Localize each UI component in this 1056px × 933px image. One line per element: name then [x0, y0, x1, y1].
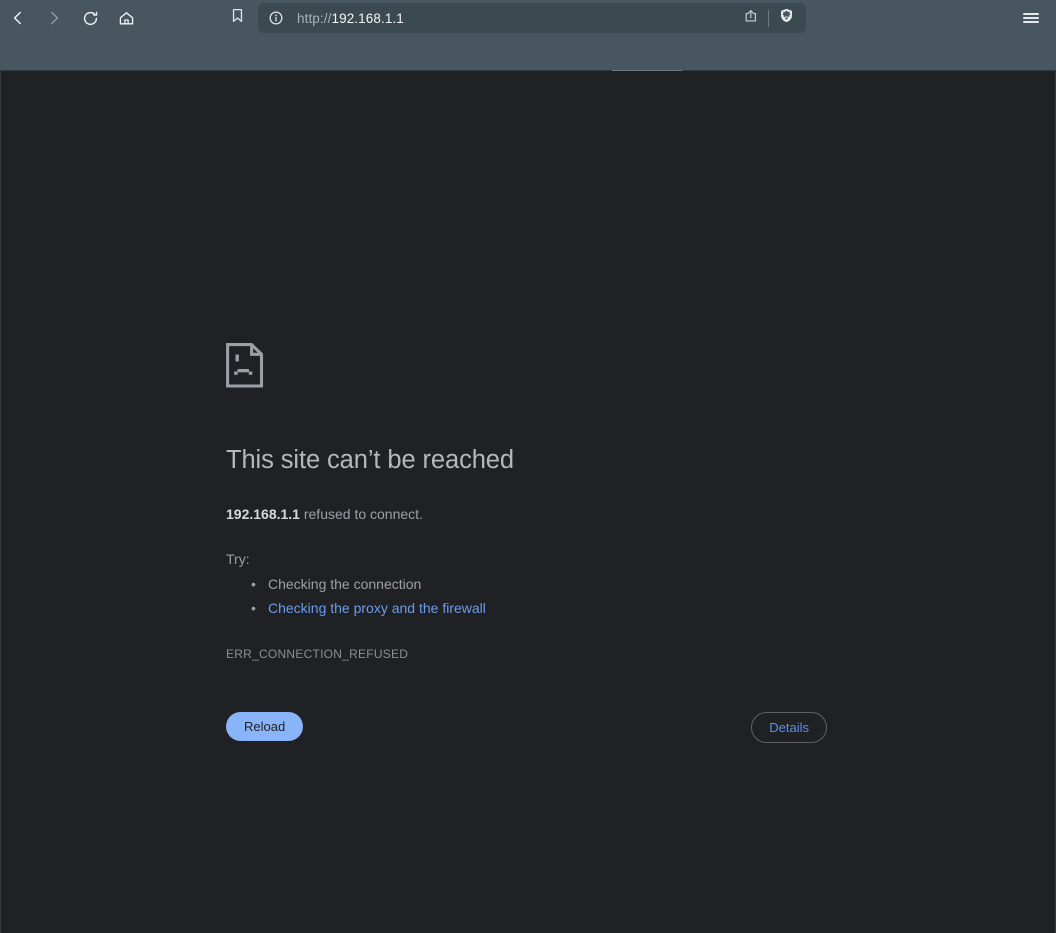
sad-document-icon: [226, 343, 906, 393]
try-label: Try:: [226, 551, 906, 567]
error-code: ERR_CONNECTION_REFUSED: [226, 647, 906, 661]
error-summary: 192.168.1.1 refused to connect.: [226, 504, 906, 525]
error-summary-rest: refused to connect.: [300, 506, 423, 522]
browser-menu-button[interactable]: [1016, 0, 1046, 36]
address-bar[interactable]: http://192.168.1.1: [258, 3, 806, 33]
home-icon: [117, 9, 136, 28]
url-scheme: http://: [297, 11, 331, 26]
bookmark-button[interactable]: [222, 0, 252, 36]
address-bar-divider: [768, 10, 769, 27]
page-content: This site can’t be reached 192.168.1.1 r…: [0, 71, 1056, 933]
hamburger-menu-icon: [1023, 11, 1039, 25]
error-container: This site can’t be reached 192.168.1.1 r…: [226, 343, 906, 746]
share-button[interactable]: [737, 5, 765, 31]
url-text[interactable]: http://192.168.1.1: [297, 11, 737, 26]
forward-button[interactable]: [36, 0, 72, 36]
back-arrow-icon: [9, 9, 27, 27]
error-summary-host: 192.168.1.1: [226, 506, 300, 522]
address-bar-actions: [737, 5, 800, 31]
list-item: Checking the proxy and the firewall: [268, 596, 906, 621]
details-button[interactable]: Details: [751, 712, 827, 743]
suggestion-list: Checking the connection Checking the pro…: [226, 572, 906, 621]
reload-icon: [81, 9, 100, 28]
info-circle-icon[interactable]: [268, 10, 290, 26]
brave-shields-button[interactable]: [772, 5, 800, 31]
suggestion-link-proxy-firewall[interactable]: Checking the proxy and the firewall: [268, 600, 486, 616]
share-icon: [743, 8, 759, 29]
browser-toolbar: http://192.168.1.1: [0, 0, 1056, 36]
bookmark-icon: [229, 7, 246, 29]
page-title: This site can’t be reached: [226, 445, 906, 476]
url-host: 192.168.1.1: [331, 11, 403, 26]
button-row: Reload Details: [226, 706, 827, 746]
brave-shields-lion-icon: [778, 7, 795, 29]
suggestion-text: Checking the connection: [268, 576, 421, 592]
list-item: Checking the connection: [268, 572, 906, 597]
back-button[interactable]: [0, 0, 36, 36]
reload-button[interactable]: [72, 0, 108, 36]
browser-chrome: http://192.168.1.1: [0, 0, 1056, 71]
forward-arrow-icon: [45, 9, 63, 27]
reload-button[interactable]: Reload: [226, 712, 303, 741]
home-button[interactable]: [108, 0, 144, 36]
